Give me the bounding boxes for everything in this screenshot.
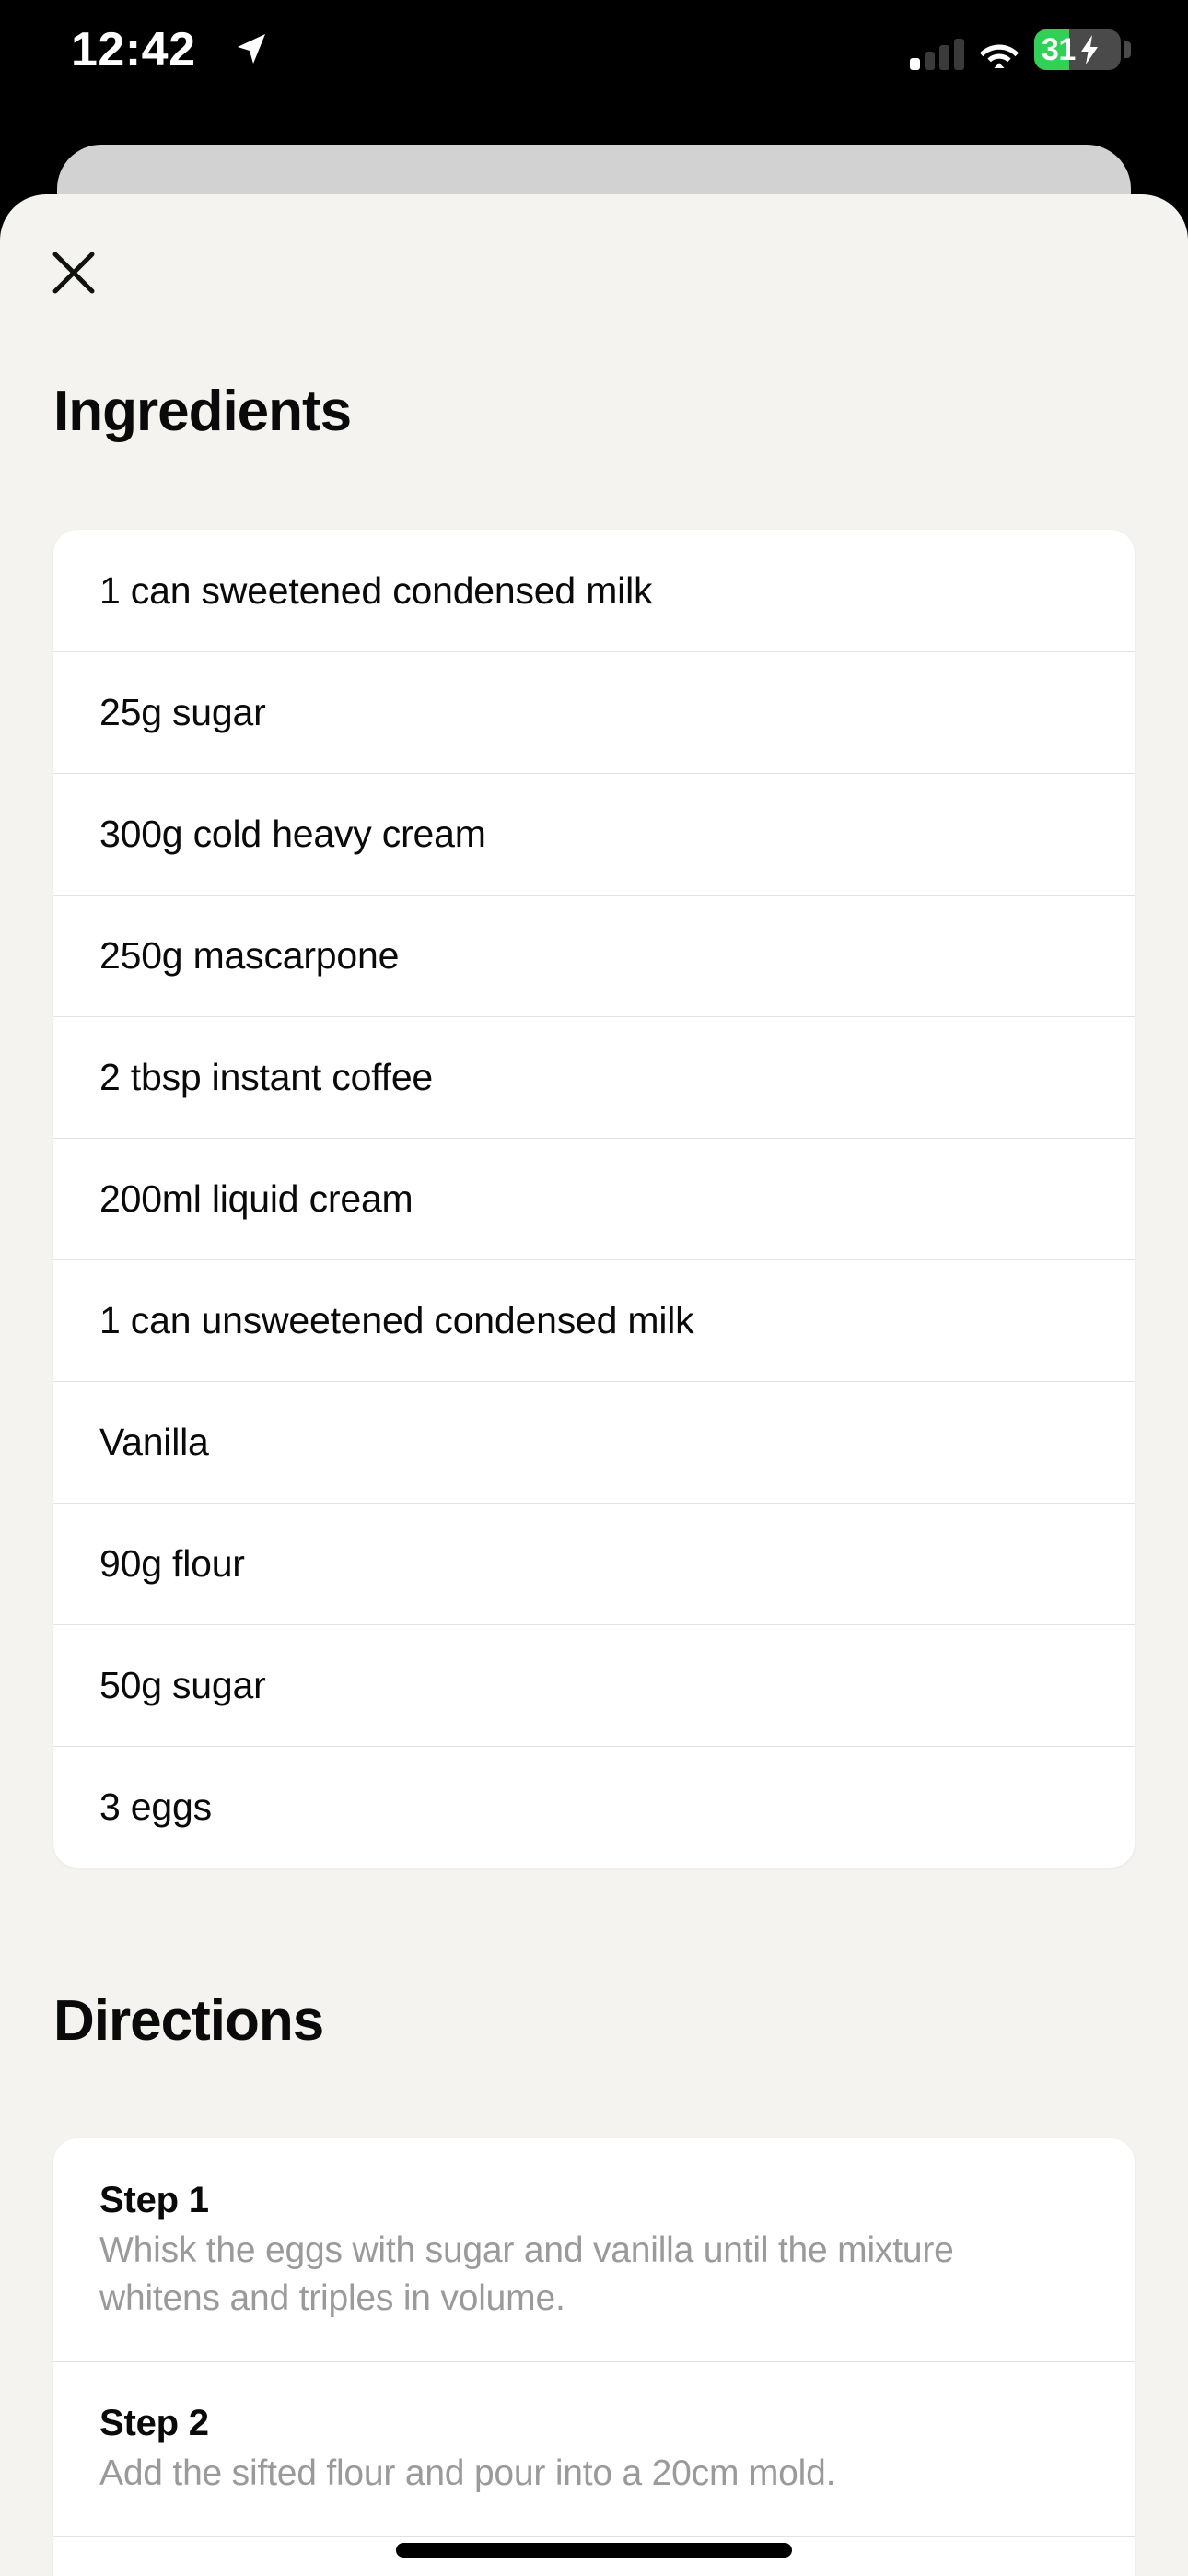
wifi-icon (980, 44, 1019, 68)
battery-cap (1124, 41, 1131, 58)
cellular-signal-icon (910, 39, 964, 70)
close-button[interactable] (44, 243, 103, 302)
location-arrow-icon (238, 34, 265, 64)
ingredient-label: 1 can unsweetened condensed milk (99, 1299, 694, 1341)
ingredients-heading: Ingredients (53, 380, 352, 443)
battery-charging-icon: 31 (1034, 29, 1131, 70)
ingredient-label: 250g mascarpone (99, 934, 400, 977)
ingredient-label: 300g cold heavy cream (99, 813, 486, 855)
ingredient-label: Vanilla (99, 1421, 209, 1463)
ingredient-label: 25g sugar (99, 691, 266, 733)
directions-heading: Directions (53, 1989, 324, 2053)
charging-bolt-icon (1080, 35, 1098, 64)
status-bar-time: 12:42 (71, 23, 196, 76)
directions-card: Step 1 Whisk the eggs with sugar and vani… (53, 2138, 1135, 2576)
ingredient-label: 200ml liquid cream (99, 1177, 413, 1220)
direction-step-title: Step 1 (99, 2180, 209, 2220)
ingredient-row[interactable]: 300g cold heavy cream (53, 773, 1135, 895)
ingredients-card: 1 can sweetened condensed milk 25g sugar 3… (53, 530, 1135, 1868)
ingredient-row[interactable]: 50g sugar (53, 1624, 1135, 1746)
ingredient-row[interactable]: 200ml liquid cream (53, 1138, 1135, 1259)
ingredient-label: 90g flour (99, 1542, 245, 1585)
ingredient-row[interactable]: Vanilla (53, 1381, 1135, 1503)
status-bar: 12:42 31 (0, 0, 1188, 120)
ingredient-row[interactable]: 90g flour (53, 1503, 1135, 1624)
ingredient-label: 3 eggs (99, 1786, 212, 1828)
ingredient-row[interactable]: 1 can sweetened condensed milk (53, 530, 1135, 651)
ingredient-label: 50g sugar (99, 1664, 266, 1706)
ingredient-row[interactable]: 25g sugar (53, 651, 1135, 773)
home-indicator (396, 2543, 792, 2558)
ingredient-label: 1 can sweetened condensed milk (99, 569, 653, 612)
ingredient-row[interactable]: 1 can unsweetened condensed milk (53, 1259, 1135, 1381)
direction-step-body: Whisk the eggs with sugar and vanilla un… (99, 2231, 954, 2318)
ingredient-row[interactable]: 3 eggs (53, 1746, 1135, 1868)
direction-step-title: Step 2 (99, 2403, 209, 2443)
ingredient-row[interactable]: 2 tbsp instant coffee (53, 1016, 1135, 1138)
direction-step-body: Add the sifted flour and pour into a 20c… (99, 2453, 836, 2493)
recipe-sheet: Ingredients 1 can sweetened condensed mi… (0, 194, 1188, 2576)
ingredient-label: 2 tbsp instant coffee (99, 1056, 434, 1098)
status-bar-indicators: 31 (910, 29, 1131, 70)
battery-percent-label: 31 (1042, 32, 1076, 67)
direction-step-row[interactable]: Step 2 Add the sifted flour and pour into… (53, 2361, 1135, 2536)
direction-step-row[interactable]: Step 1 Whisk the eggs with sugar and vani… (53, 2138, 1135, 2361)
ingredient-row[interactable]: 250g mascarpone (53, 895, 1135, 1016)
close-icon (52, 252, 95, 294)
phone-screen: 12:42 31 Ingredients 1 can sweetened con… (0, 0, 1188, 2576)
